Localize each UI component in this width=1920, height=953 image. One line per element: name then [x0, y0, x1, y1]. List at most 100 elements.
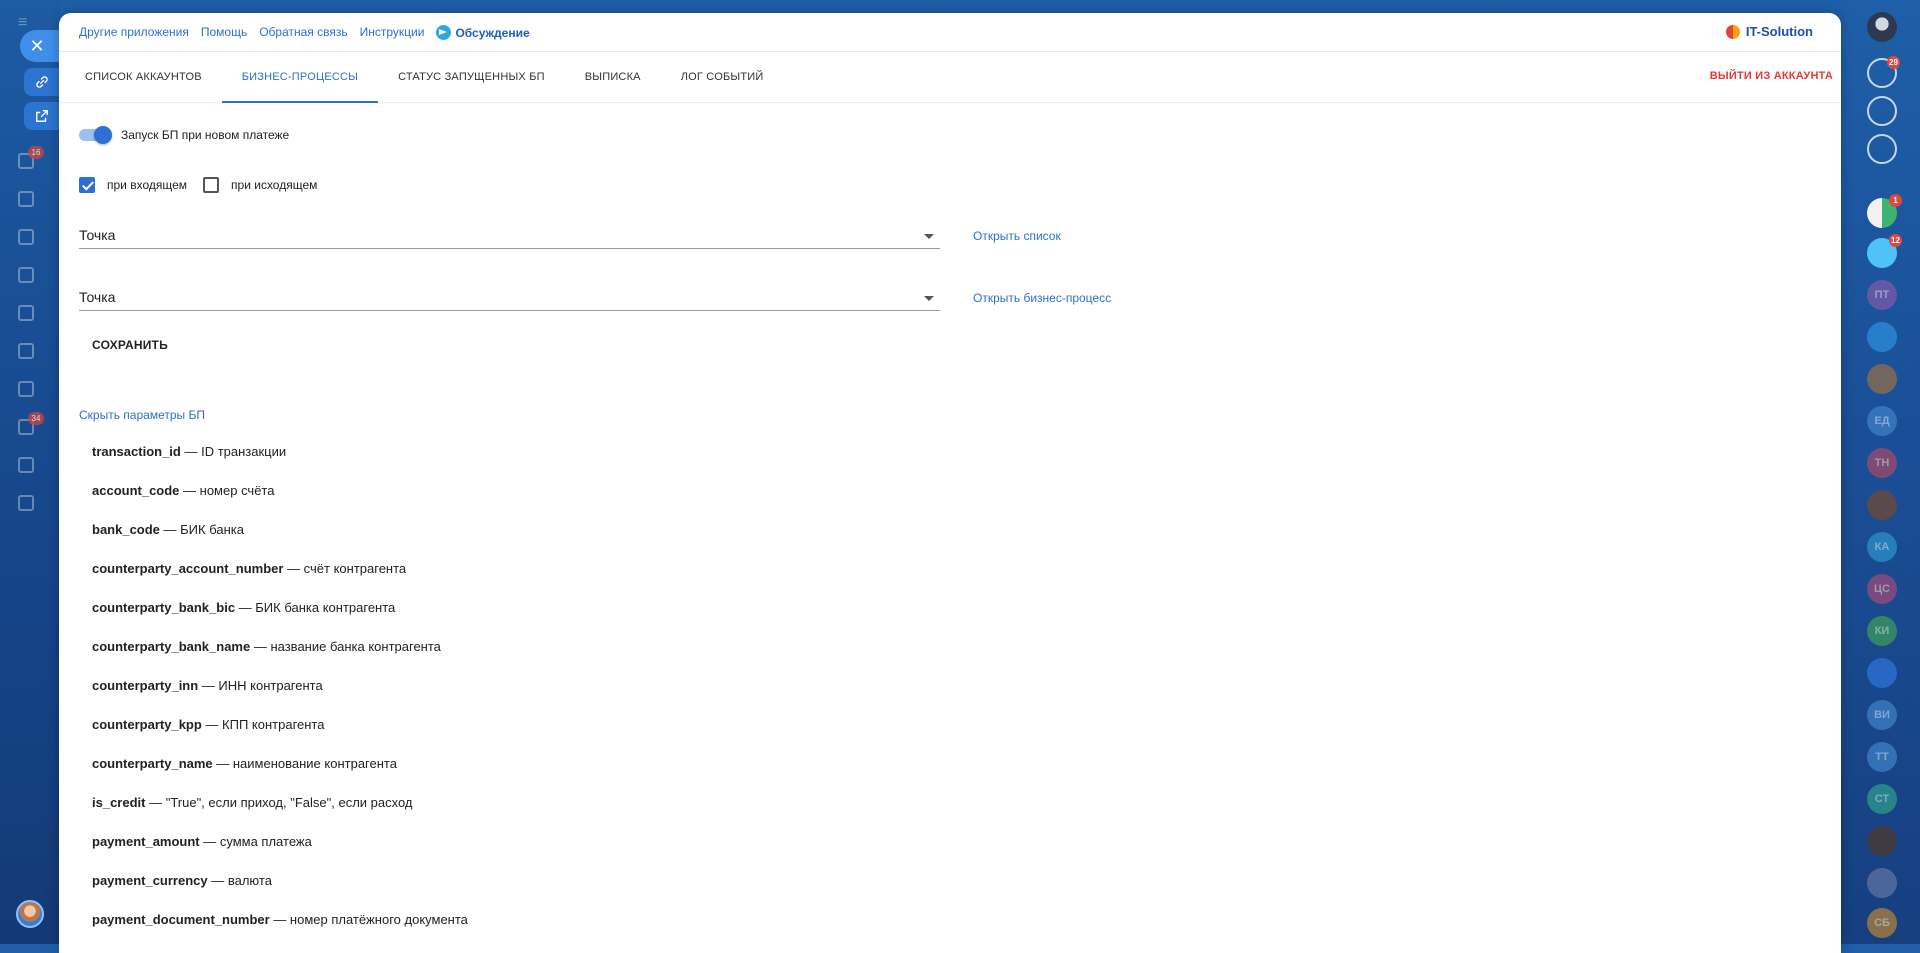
close-icon: ✕	[29, 35, 45, 56]
bp-param-name: bank_code	[92, 522, 160, 537]
open-list-link[interactable]: Открыть список	[973, 229, 1061, 249]
chat-avatar[interactable]: ЦС	[1867, 574, 1897, 604]
other-apps-link[interactable]: Другие приложения	[79, 25, 189, 39]
avatar-initials: ЕД	[1874, 415, 1890, 427]
avatar-initials: ТН	[1874, 457, 1890, 469]
tab-statement[interactable]: ВЫПИСКА	[565, 52, 661, 102]
external-link-icon	[36, 110, 48, 122]
business-process-select-value: Точка	[79, 289, 116, 305]
spiral-icon[interactable]	[1867, 96, 1897, 126]
bp-param-item: transaction_id — ID транзакции	[92, 432, 1821, 471]
tab-event-log[interactable]: ЛОГ СОБЫТИЙ	[661, 52, 784, 102]
bp-param-item: payment_currency — валюта	[92, 861, 1821, 900]
instructions-link[interactable]: Инструкции	[360, 25, 425, 39]
app-chat-avatar[interactable]: 1	[1867, 194, 1902, 228]
chat-avatar[interactable]: ПТ	[1867, 280, 1897, 310]
top-links-bar: Другие приложения Помощь Обратная связь …	[59, 13, 1841, 52]
save-button[interactable]: СОХРАНИТЬ	[92, 338, 168, 352]
bg-badge: 16	[28, 146, 44, 159]
avatar-initials: ЦС	[1874, 583, 1890, 595]
app-panel: Другие приложения Помощь Обратная связь …	[59, 13, 1841, 953]
bp-param-description: — номер платёжного документа	[269, 912, 468, 927]
logout-button[interactable]: ВЫЙТИ ИЗ АККАУНТА	[1710, 70, 1833, 82]
bp-param-item: counterparty_kpp — КПП контрагента	[92, 705, 1821, 744]
tab-bar: СПИСОК АККАУНТОВ БИЗНЕС-ПРОЦЕССЫ СТАТУС …	[59, 52, 1841, 103]
bp-param-item: counterparty_bank_name — название банка …	[92, 627, 1821, 666]
user-avatar[interactable]	[16, 900, 44, 928]
help-link[interactable]: Помощь	[201, 25, 247, 39]
bp-param-description: — БИК банка	[159, 522, 244, 537]
bp-param-name: counterparty_account_number	[92, 561, 284, 576]
bp-param-description: — название банка контрагента	[250, 639, 441, 654]
bp-param-description: — счёт контрагента	[283, 561, 407, 576]
bp-params-list: transaction_id — ID транзакции account_co…	[92, 432, 1821, 939]
bp-param-name: payment_currency	[92, 873, 208, 888]
support-icon[interactable]	[1867, 322, 1897, 352]
bp-param-name: account_code	[92, 483, 180, 498]
profile-avatar[interactable]	[1867, 12, 1897, 42]
copy-link-button[interactable]	[24, 68, 60, 96]
bp-param-name: counterparty_bank_name	[92, 639, 251, 654]
bell-icon[interactable]: 29	[1867, 56, 1900, 88]
bp-param-name: counterparty_name	[92, 756, 213, 771]
bp-param-description: — ID транзакции	[180, 444, 287, 459]
bp-param-name: payment_amount	[92, 834, 200, 849]
bp-param-name: payment_document_number	[92, 912, 270, 927]
link-icon	[36, 76, 48, 88]
chat-avatar-photo[interactable]	[1867, 364, 1897, 394]
bp-param-item: bank_code — БИК банка	[92, 510, 1821, 549]
brand-name: IT-Solution	[1745, 24, 1813, 39]
bp-param-item: payment_amount — сумма платежа	[92, 822, 1821, 861]
bp-param-description: — "True", если приход, "False", если рас…	[145, 795, 413, 810]
bp-param-item: counterparty_inn — ИНН контрагента	[92, 666, 1821, 705]
chat-avatar[interactable]: ЕД	[1867, 406, 1897, 436]
run-bp-toggle[interactable]	[79, 126, 112, 144]
notification-badge: 12	[1889, 234, 1902, 247]
bp-param-description: — КПП контрагента	[201, 717, 325, 732]
tab-business-processes[interactable]: БИЗНЕС-ПРОЦЕССЫ	[221, 52, 379, 103]
dropdown-arrow-icon	[924, 296, 934, 301]
chat-avatar[interactable]: СБ	[1867, 908, 1897, 938]
bp-param-item: counterparty_account_number — счёт контр…	[92, 549, 1821, 588]
bp-param-name: counterparty_inn	[92, 678, 199, 693]
close-slider-button[interactable]: ✕	[20, 30, 60, 62]
incoming-checkbox-label: при входящем	[107, 178, 188, 192]
avatar-initials: ТТ	[1875, 751, 1889, 763]
avatar-initials: ВИ	[1874, 709, 1890, 721]
list-select[interactable]: Точка	[79, 223, 940, 249]
tab-bp-status[interactable]: СТАТУС ЗАПУЩЕННЫХ БП	[378, 52, 565, 102]
chat-avatar-photo[interactable]	[1867, 868, 1897, 898]
open-new-window-button[interactable]	[24, 102, 60, 130]
bp-param-item: counterparty_name — наименование контраг…	[92, 744, 1821, 783]
hide-bp-params-link[interactable]: Скрыть параметры БП	[79, 408, 1821, 422]
bookmark-icon[interactable]	[1867, 658, 1897, 688]
brand-logo-icon	[1725, 24, 1740, 39]
avatar-initials: ПТ	[1874, 289, 1890, 301]
notification-badge: 29	[1887, 56, 1900, 69]
bp-param-description: — ИНН контрагента	[198, 678, 323, 693]
telegram-icon	[436, 24, 452, 40]
tab-accounts[interactable]: СПИСОК АККАУНТОВ	[65, 52, 222, 102]
incoming-checkbox[interactable]	[79, 177, 95, 193]
bp-param-name: transaction_id	[92, 444, 181, 459]
avatar-initials: СБ	[1874, 917, 1890, 929]
bp-param-item: counterparty_bank_bic — БИК банка контра…	[92, 588, 1821, 627]
chat-icon[interactable]	[1867, 134, 1897, 164]
feedback-link[interactable]: Обратная связь	[259, 25, 347, 39]
discussion-link[interactable]: Обсуждение	[436, 24, 530, 40]
chat-avatar[interactable]: СТ	[1867, 784, 1897, 814]
chat-avatar[interactable]: ТН	[1867, 448, 1897, 478]
avatar-initials: КИ	[1874, 625, 1890, 637]
chat-avatar[interactable]: КИ	[1867, 616, 1897, 646]
chat-avatar[interactable]: ВИ	[1867, 700, 1897, 730]
chat-avatar-photo[interactable]	[1867, 490, 1897, 520]
business-process-select[interactable]: Точка	[79, 285, 940, 311]
chat-avatar[interactable]: КА	[1867, 532, 1897, 562]
chat-avatar[interactable]: ТТ	[1867, 742, 1897, 772]
chat-avatar-photo[interactable]	[1867, 826, 1897, 856]
bp-param-item: account_code — номер счёта	[92, 471, 1821, 510]
list-select-value: Точка	[79, 227, 116, 243]
open-business-process-link[interactable]: Открыть бизнес-процесс	[973, 291, 1111, 311]
group-chat-avatar[interactable]: 12	[1867, 234, 1902, 268]
outgoing-checkbox[interactable]	[203, 177, 220, 193]
